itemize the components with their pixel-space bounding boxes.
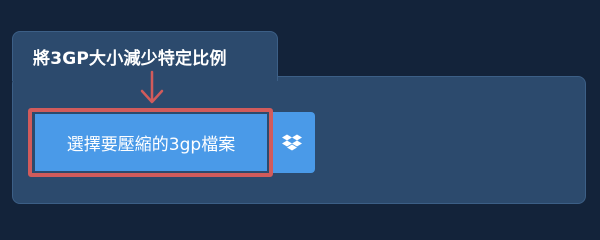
arrow-down-icon: [140, 70, 164, 104]
highlight-frame: [28, 108, 273, 177]
dropbox-button[interactable]: [269, 112, 315, 173]
dropbox-icon: [282, 134, 302, 150]
tab-title: 將3GP大小減少特定比例: [33, 49, 227, 69]
